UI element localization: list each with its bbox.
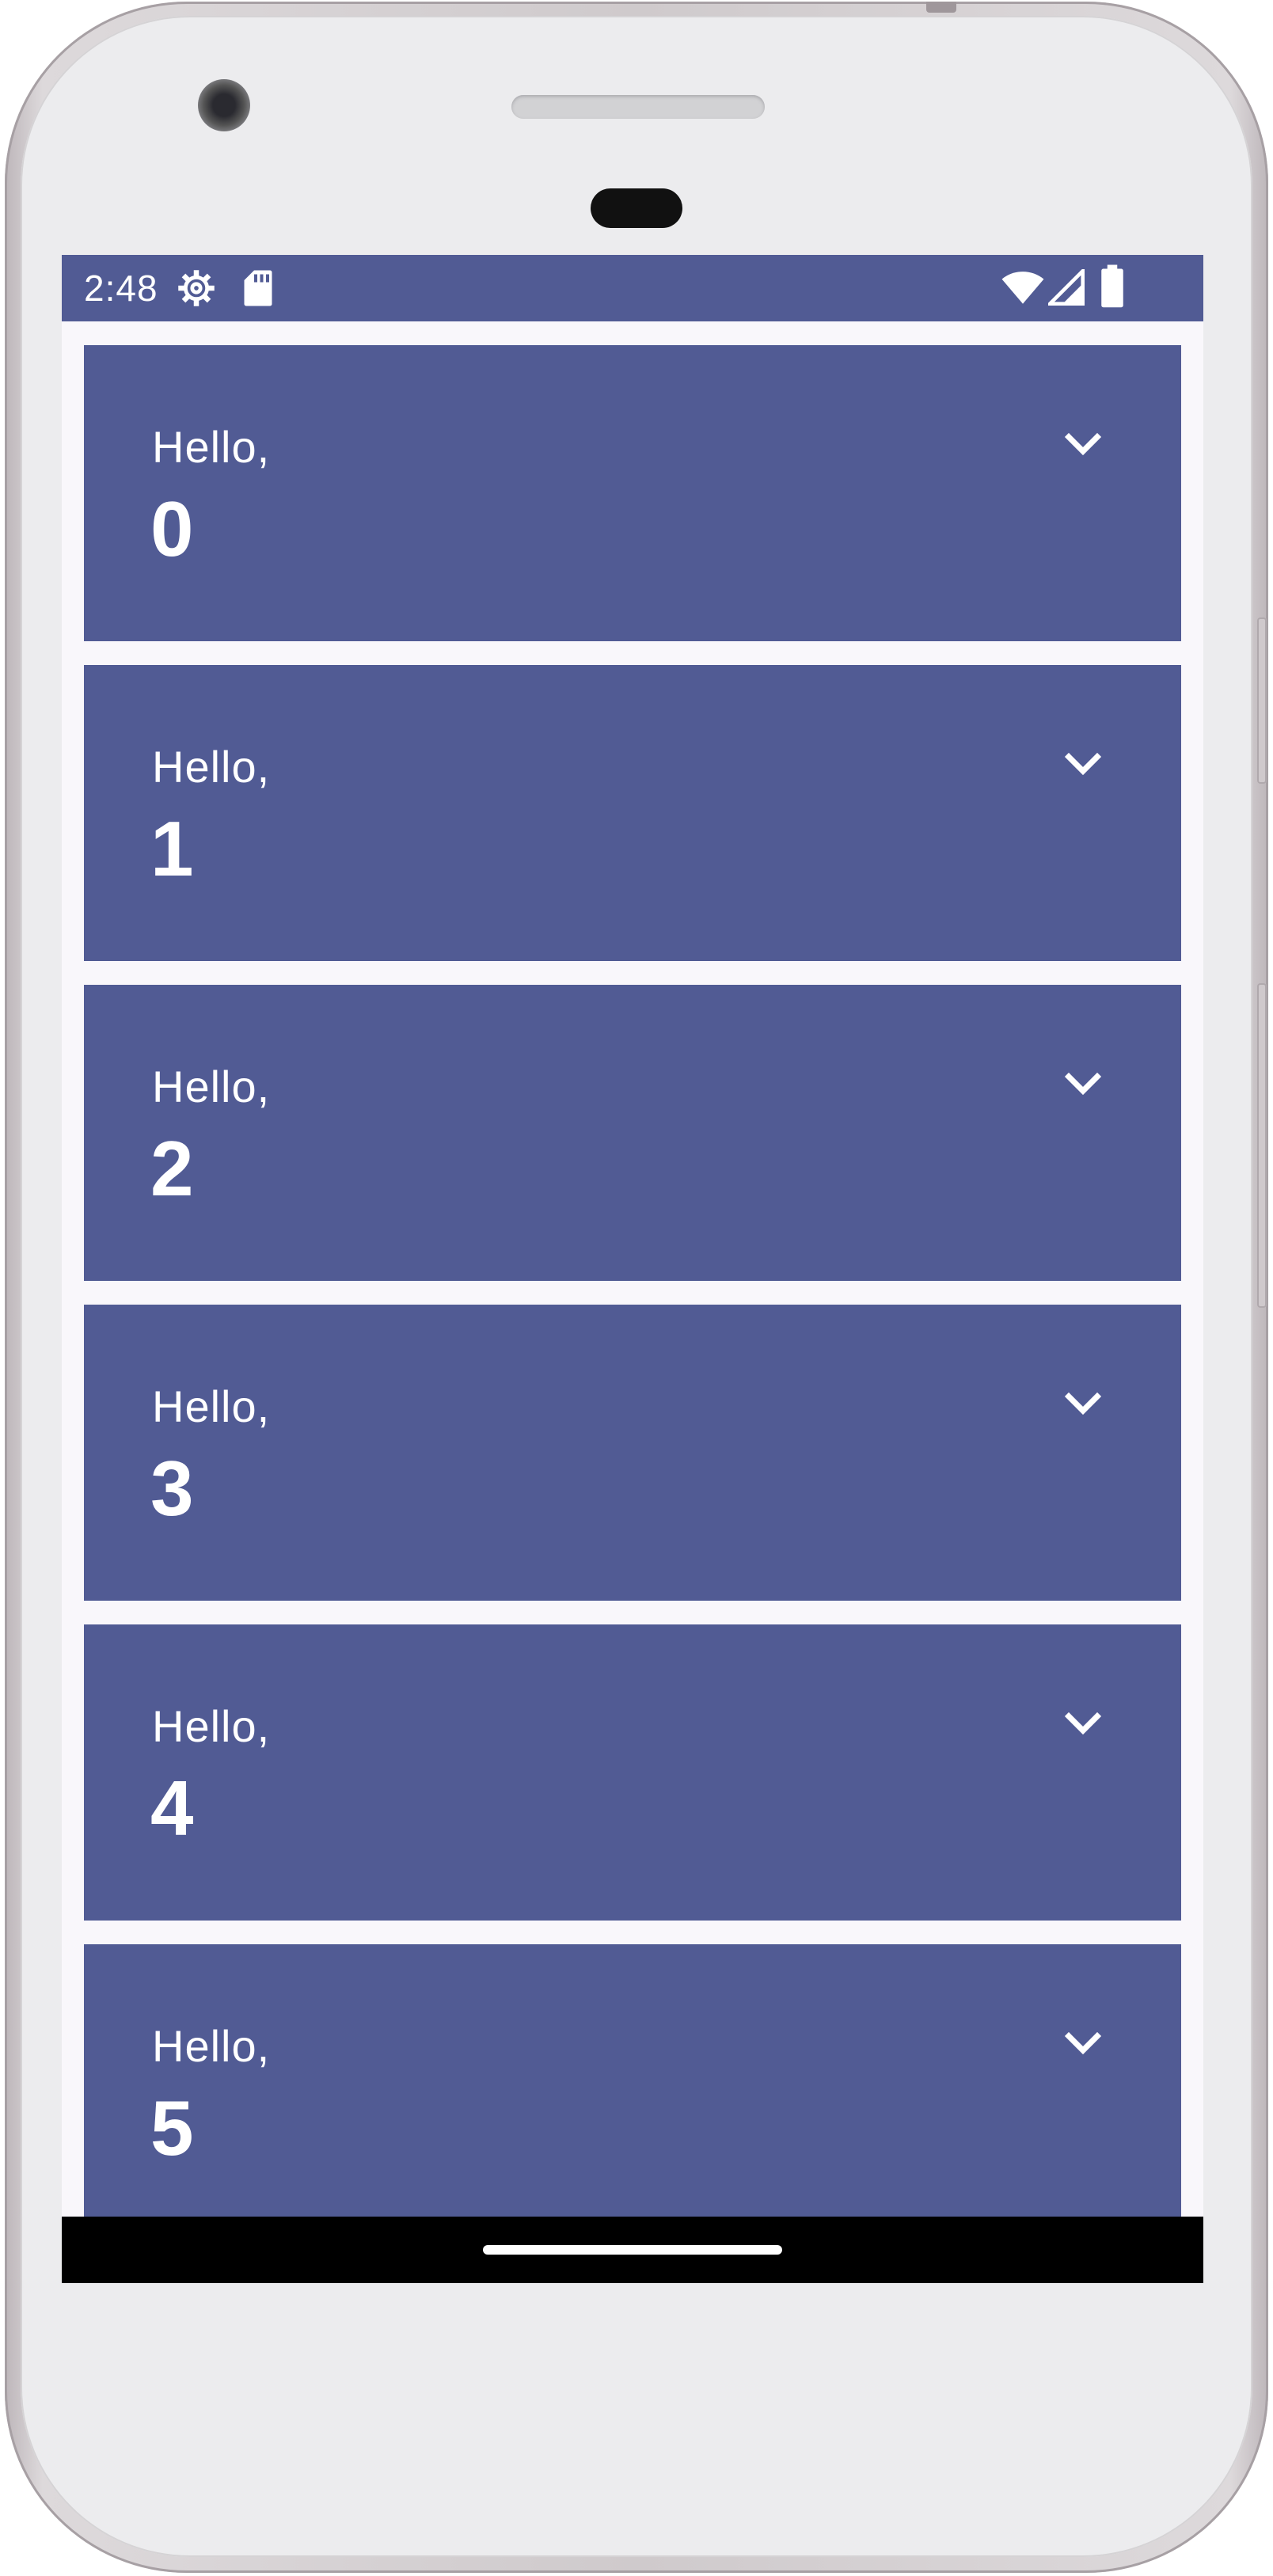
- chevron-down-icon[interactable]: [1061, 429, 1105, 461]
- card-number: 2: [150, 1125, 194, 1212]
- settings-gear-icon: [178, 270, 215, 306]
- card-greeting: Hello,: [152, 1062, 271, 1111]
- power-button: [1257, 617, 1267, 784]
- card-greeting: Hello,: [152, 422, 271, 472]
- list-item-card-1[interactable]: Hello, 1: [84, 665, 1181, 961]
- proximity-sensor: [591, 188, 682, 228]
- chevron-down-icon[interactable]: [1061, 749, 1105, 781]
- chevron-down-icon[interactable]: [1061, 2028, 1105, 2060]
- wifi-icon: [1001, 272, 1044, 304]
- front-camera: [198, 79, 250, 131]
- sd-card-icon: [244, 270, 272, 306]
- card-number: 4: [150, 1765, 194, 1852]
- status-bar: 2:48: [62, 255, 1203, 321]
- home-gesture-handle[interactable]: [483, 2245, 782, 2255]
- navigation-bar: [62, 2217, 1203, 2283]
- list-item-card-3[interactable]: Hello, 3: [84, 1305, 1181, 1601]
- card-greeting: Hello,: [152, 2021, 271, 2071]
- list-item-card-2[interactable]: Hello, 2: [84, 985, 1181, 1281]
- list-item-card-0[interactable]: Hello, 0: [84, 345, 1181, 641]
- chevron-down-icon[interactable]: [1061, 1389, 1105, 1420]
- card-number: 1: [150, 805, 194, 892]
- card-greeting: Hello,: [152, 1381, 271, 1431]
- top-button: [926, 2, 956, 13]
- chevron-down-icon[interactable]: [1061, 1708, 1105, 1740]
- card-list: Hello, 0 Hello, 1 Hello, 2 Hello, 3 Hell…: [84, 345, 1181, 2264]
- cell-signal-icon: [1048, 269, 1085, 306]
- volume-button: [1257, 983, 1267, 1308]
- chevron-down-icon[interactable]: [1061, 1069, 1105, 1100]
- card-greeting: Hello,: [152, 742, 271, 792]
- card-greeting: Hello,: [152, 1701, 271, 1751]
- earpiece-speaker: [511, 95, 765, 119]
- screen: 2:48 Hello, 0 Hello, 1 Hello, 2 Hello, 3…: [62, 255, 1203, 2283]
- card-number: 3: [150, 1445, 194, 1532]
- card-number: 5: [150, 2084, 194, 2171]
- card-number: 0: [150, 485, 194, 572]
- status-time: 2:48: [84, 268, 158, 309]
- battery-icon: [1101, 264, 1123, 308]
- list-item-card-5[interactable]: Hello, 5: [84, 1944, 1181, 2240]
- list-item-card-4[interactable]: Hello, 4: [84, 1624, 1181, 1921]
